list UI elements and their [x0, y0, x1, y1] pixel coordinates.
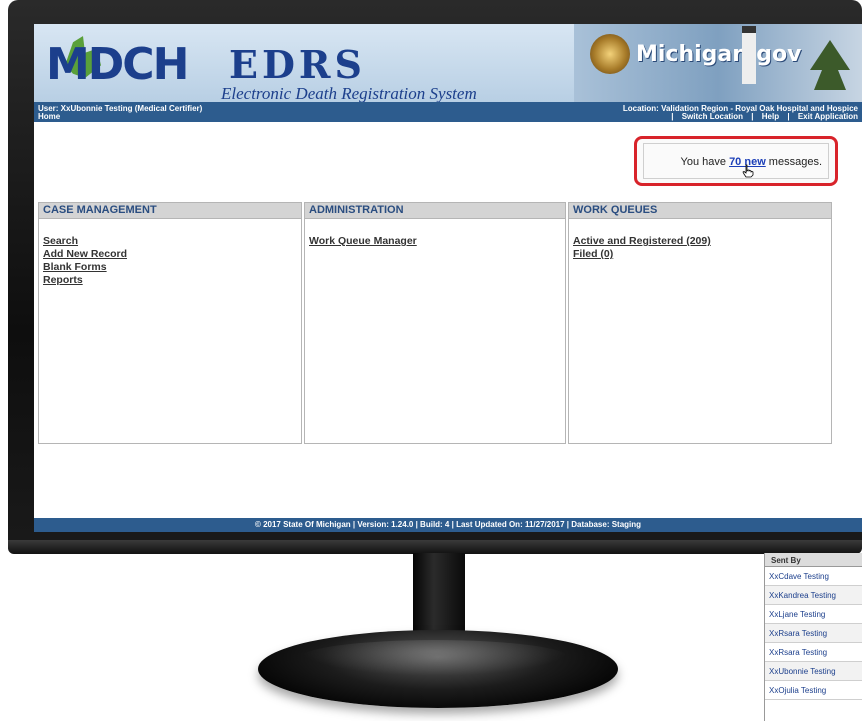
- switch-location-link[interactable]: Switch Location: [682, 112, 743, 121]
- table-row[interactable]: XxCdave Testing: [765, 567, 862, 586]
- michigan-gov-logo: Michigan.gov: [636, 42, 802, 67]
- active-and-registered-label: Active and Registered: [573, 235, 687, 247]
- case-management-panel: CASE MANAGEMENT Search Add New Record Bl…: [38, 202, 302, 444]
- panel-title: CASE MANAGEMENT: [39, 203, 301, 219]
- app-subtitle: Electronic Death Registration System: [221, 84, 477, 103]
- header-links: | Switch Location | Help | Exit Applicat…: [671, 112, 858, 121]
- active-and-registered-count: (209): [686, 235, 711, 247]
- reports-link[interactable]: Reports: [43, 274, 301, 287]
- home-link[interactable]: Home: [38, 112, 60, 121]
- user-bar: User: XxUbonnie Testing (Medical Certifi…: [34, 102, 862, 122]
- work-queue-manager-link[interactable]: Work Queue Manager: [309, 235, 565, 248]
- table-row[interactable]: XxOjulia Testing: [765, 681, 862, 700]
- table-row[interactable]: XxUbonnie Testing: [765, 662, 862, 681]
- administration-panel: ADMINISTRATION Work Queue Manager: [304, 202, 566, 444]
- work-queues-panel: WORK QUEUES Active and Registered (209) …: [568, 202, 832, 444]
- michigan-gov-banner[interactable]: Michigan.gov: [574, 24, 862, 102]
- tree-icon: [810, 40, 850, 90]
- mdch-logo: MDCH: [46, 39, 189, 90]
- header-banner: MDCH EDRS Electronic Death Registration …: [34, 24, 862, 103]
- app-screen: MDCH EDRS Electronic Death Registration …: [34, 24, 862, 532]
- sent-by-grid: Sent By XxCdave Testing XxKandrea Testin…: [764, 553, 862, 721]
- table-row[interactable]: XxRsara Testing: [765, 624, 862, 643]
- hand-cursor-icon: [742, 164, 754, 178]
- sent-by-header[interactable]: Sent By: [765, 553, 862, 567]
- monitor-base-highlight: [300, 640, 570, 676]
- monitor-chin: [8, 540, 862, 554]
- filed-label: Filed: [573, 248, 601, 260]
- filed-count: (0): [600, 248, 614, 260]
- footer-bar: © 2017 State Of Michigan | Version: 1.24…: [34, 518, 862, 532]
- monitor-neck: [413, 553, 465, 638]
- filed-link[interactable]: Filed (0): [573, 248, 831, 261]
- messages-highlight-box: You have 70 new messages.: [634, 136, 838, 186]
- active-and-registered-link[interactable]: Active and Registered (209): [573, 235, 831, 248]
- messages-suffix: messages.: [765, 156, 822, 168]
- help-link[interactable]: Help: [762, 112, 779, 121]
- table-row[interactable]: XxRsara Testing: [765, 643, 862, 662]
- add-new-record-link[interactable]: Add New Record: [43, 248, 301, 261]
- messages-notice: You have 70 new messages.: [643, 143, 829, 179]
- state-seal-icon: [590, 34, 630, 74]
- user-info: User: XxUbonnie Testing (Medical Certifi…: [38, 104, 203, 113]
- lighthouse-icon: [742, 26, 756, 84]
- messages-prefix: You have: [680, 156, 730, 168]
- blank-forms-link[interactable]: Blank Forms: [43, 261, 301, 274]
- panel-title: ADMINISTRATION: [305, 203, 565, 219]
- panel-title: WORK QUEUES: [569, 203, 831, 219]
- table-row[interactable]: XxKandrea Testing: [765, 586, 862, 605]
- app-title: EDRS: [229, 42, 366, 87]
- exit-application-link[interactable]: Exit Application: [798, 112, 858, 121]
- table-row[interactable]: XxLjane Testing: [765, 605, 862, 624]
- search-link[interactable]: Search: [43, 235, 301, 248]
